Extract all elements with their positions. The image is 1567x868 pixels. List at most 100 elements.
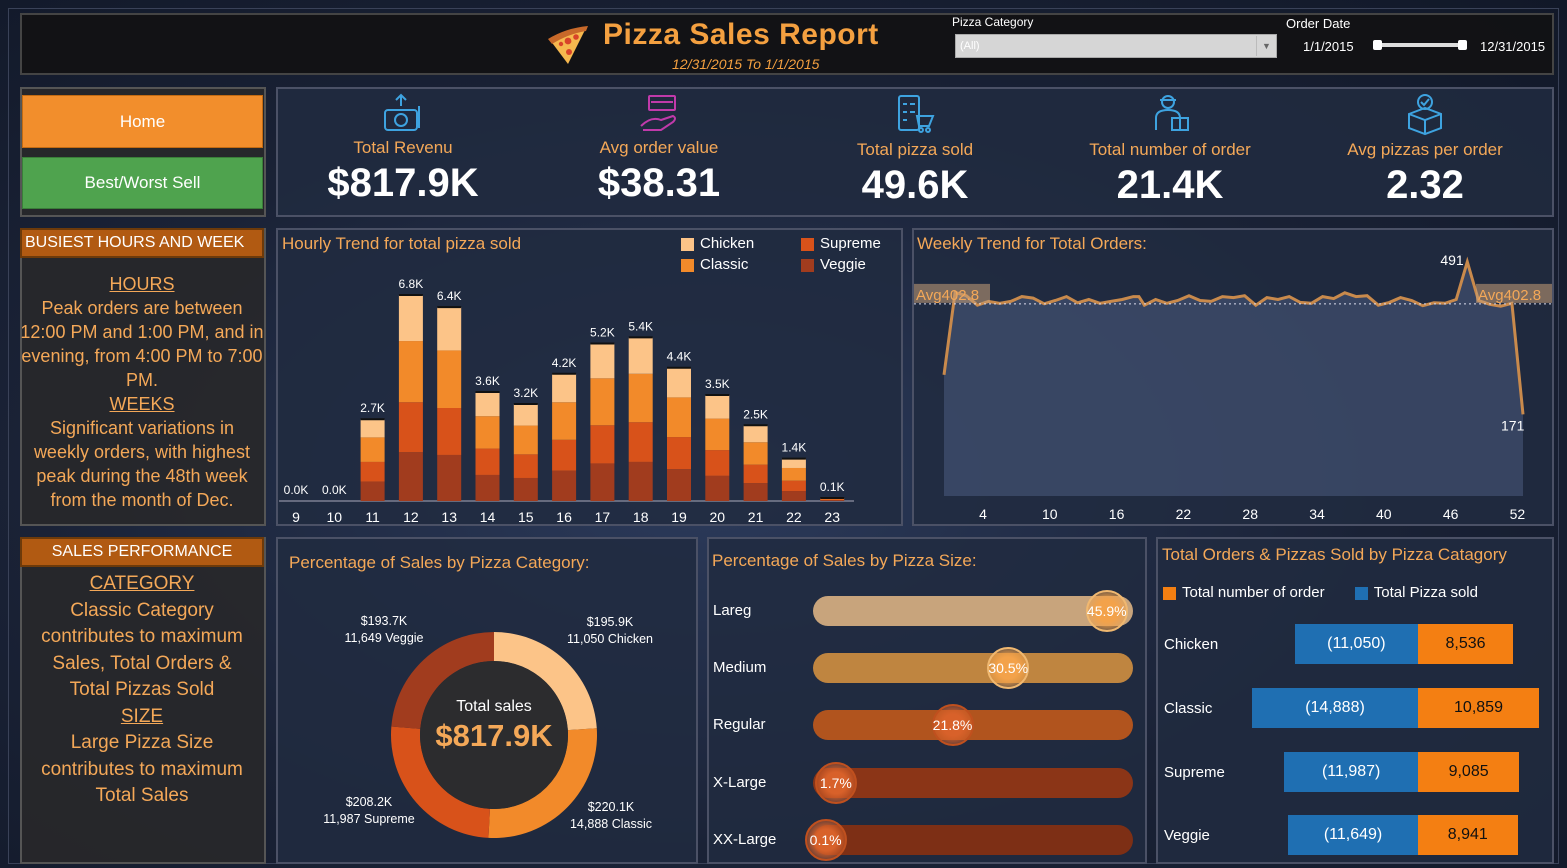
pie-label-amount: $193.7K — [360, 614, 408, 628]
date-start-value: 1/1/2015 — [1303, 39, 1354, 54]
pie-label-chicken: $195.9K 11,050 Chicken — [560, 614, 660, 648]
size-label: Medium — [713, 659, 767, 676]
legend-swatch — [1354, 586, 1368, 600]
money-bag-icon — [384, 93, 420, 131]
bar-segment-supreme — [667, 437, 691, 470]
x-tick-label: 9 — [292, 509, 300, 525]
bar-total-label: 3.6K — [475, 374, 500, 388]
weeks-heading: WEEKS — [109, 394, 175, 414]
bar-segment-chicken — [590, 343, 615, 379]
chevron-down-icon[interactable]: ▼ — [1256, 36, 1276, 56]
kpi-value: 2.32 — [1386, 163, 1464, 207]
bar-segment-classic — [398, 341, 423, 403]
bar-segment-chicken — [781, 458, 806, 468]
slider-end-handle[interactable] — [1458, 40, 1467, 50]
pie-label-veggie: $193.7K 11,649 Veggie — [334, 613, 434, 647]
pizzas-sold-bar: (11,050) — [1294, 624, 1418, 664]
sales-performance-title: SALES PERFORMANCE — [20, 537, 264, 567]
bar-segment-classic — [513, 425, 538, 455]
pie-label-amount: $220.1K — [587, 800, 635, 814]
x-tick-label: 19 — [671, 509, 687, 525]
orders-bar: 9,085 — [1418, 752, 1520, 792]
bar-segment-chicken — [743, 425, 768, 443]
weekly-trend-chart: Avg402.8 Avg402.8 491 171 4 10 16 22 28 34 40 46 52 — [914, 252, 1552, 522]
busiest-title: BUSIEST HOURS AND WEEK — [20, 228, 264, 258]
pizza-category-filter-label: Pizza Category — [952, 15, 1034, 29]
avg-label-left: Avg402.8 — [916, 287, 979, 304]
bar-segment-supreme — [820, 499, 845, 501]
category-text: Classic Category contributes to maximum … — [41, 599, 243, 701]
bar-segment-supreme — [513, 454, 538, 478]
delivery-person-icon — [1155, 95, 1189, 131]
hours-heading: HOURS — [109, 274, 175, 294]
pizza-category-value: (All) — [960, 40, 980, 52]
bar-segment-chicken — [628, 337, 653, 374]
kpi-label: Total pizza sold — [856, 140, 974, 159]
size-percent-bubble: 0.1% — [804, 819, 847, 861]
bar-total-label: 0.0K — [284, 483, 309, 497]
bar-total-label: 6.4K — [437, 289, 462, 303]
bar-segment-veggie — [667, 469, 691, 501]
pie-label-count: 14,888 — [569, 817, 609, 831]
x-tick-label: 23 — [824, 509, 840, 525]
bar-segment-veggie — [820, 500, 845, 501]
x-tick-label: 10 — [327, 509, 343, 525]
x-tick-label: 12 — [403, 509, 419, 525]
bar-segment-supreme — [475, 448, 500, 475]
x-tick-label: 28 — [1242, 506, 1258, 522]
bar-segment-classic — [437, 350, 462, 408]
bar-segment-veggie — [743, 483, 768, 501]
bar-segment-supreme — [705, 450, 730, 476]
size-text: Large Pizza Size contributes to maximum … — [41, 732, 243, 806]
bar-segment-veggie — [590, 463, 615, 501]
bar-segment-supreme — [743, 464, 768, 484]
bar-total-label: 1.4K — [782, 441, 807, 455]
kpi-label: Total number of order — [1089, 140, 1251, 159]
bar-total-label: 3.5K — [705, 377, 730, 391]
size-sales-title: Percentage of Sales by Pizza Size: — [712, 551, 977, 570]
legend-label: Total Pizza sold — [1373, 584, 1478, 601]
pie-label-name: Classic — [611, 817, 652, 831]
page-title: Pizza Sales Report — [603, 18, 879, 51]
date-range-slider[interactable] — [1373, 40, 1467, 50]
x-tick-label: 14 — [480, 509, 496, 525]
bar-segment-classic — [475, 416, 500, 449]
kpi-total-orders: Total number of order 21.4K — [1045, 92, 1295, 208]
best-worst-sell-button[interactable]: Best/Worst Sell — [22, 157, 263, 209]
category-row-label: Veggie — [1164, 827, 1210, 844]
category-row-label: Classic — [1164, 700, 1213, 717]
legend-swatch — [1163, 586, 1176, 600]
pie-label-count: 11,987 — [323, 812, 361, 826]
busiest-insights: HOURS Peak orders are between 12:00 PM a… — [20, 272, 264, 512]
kpi-value: 21.4K — [1116, 163, 1224, 207]
bar-segment-veggie — [437, 454, 462, 501]
size-sales-panel — [707, 537, 1147, 864]
slider-start-handle[interactable] — [1373, 40, 1382, 50]
x-tick-label: 34 — [1309, 506, 1325, 522]
bar-segment-supreme — [437, 407, 462, 455]
size-label: Regular — [713, 716, 766, 733]
bar-total-label: 5.4K — [628, 319, 653, 333]
category-row-label: Supreme — [1164, 764, 1225, 781]
x-tick-label: 22 — [786, 509, 802, 525]
bar-segment-veggie — [628, 461, 653, 501]
donut-center-label: Total sales — [456, 698, 532, 715]
kpi-value: $817.9K — [327, 161, 479, 205]
pie-label-name: Chicken — [607, 632, 653, 646]
x-tick-label: 4 — [979, 506, 987, 522]
avg-label-right: Avg402.8 — [1478, 287, 1541, 304]
size-percent-bubble: 21.8% — [931, 704, 974, 746]
x-tick-label: 40 — [1376, 506, 1392, 522]
bar-segment-supreme — [628, 422, 653, 462]
pie-label-name: Veggie — [385, 631, 424, 645]
orders-bar: 8,941 — [1418, 815, 1518, 855]
bar-segment-classic — [743, 442, 768, 465]
bar-total-label: 5.2K — [590, 325, 615, 339]
home-button[interactable]: Home — [22, 95, 263, 148]
x-tick-label: 10 — [1042, 506, 1058, 522]
bar-segment-chicken — [475, 391, 500, 417]
x-tick-label: 16 — [1109, 506, 1125, 522]
donut-center-value: $817.9K — [435, 718, 553, 753]
pizza-category-dropdown[interactable]: (All) ▼ — [955, 34, 1277, 58]
min-value-label: 171 — [1501, 417, 1525, 433]
